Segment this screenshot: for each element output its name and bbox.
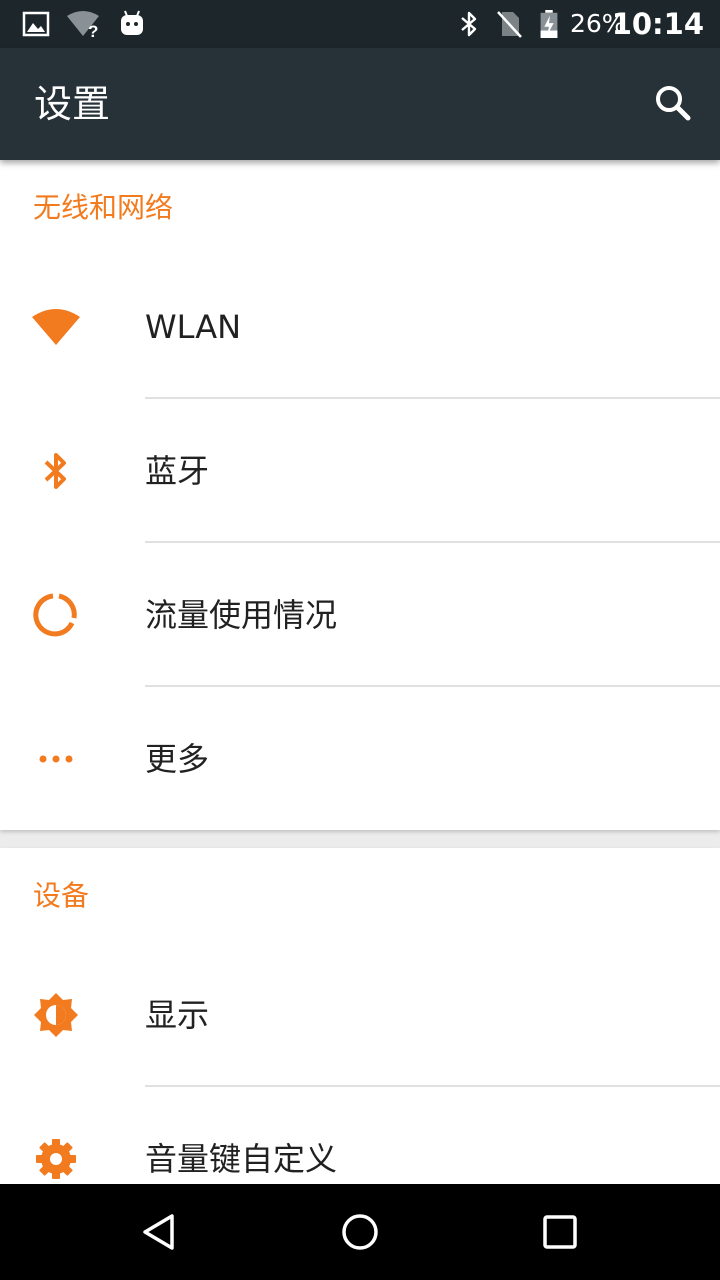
section-header-device: 设备 <box>33 879 90 912</box>
data-usage-icon <box>33 593 77 637</box>
bluetooth-icon <box>44 453 66 489</box>
wireless-networks-section: 无线和网络 WLAN 蓝牙 流量使用情况 更多 <box>0 160 720 830</box>
settings-item-label: 音量键自定义 <box>145 1140 338 1178</box>
settings-item-label: 流量使用情况 <box>145 596 338 634</box>
svg-text:?: ? <box>88 22 98 38</box>
search-icon[interactable] <box>648 78 700 130</box>
section-header-wireless: 无线和网络 <box>33 191 174 224</box>
bluetooth-icon <box>461 11 477 37</box>
navigation-bar <box>0 1184 720 1280</box>
settings-item-label: 更多 <box>145 740 210 778</box>
settings-item-display[interactable]: 显示 <box>0 943 720 1087</box>
wifi-unknown-icon: ? <box>67 11 99 38</box>
status-bar: ? 26% 10:14 <box>0 0 720 48</box>
android-debug-icon <box>121 10 143 35</box>
app-bar: 设置 <box>0 48 720 160</box>
page-title: 设置 <box>34 82 111 126</box>
settings-item-label: 蓝牙 <box>145 452 210 490</box>
recents-icon[interactable] <box>536 1208 584 1256</box>
device-section: 设备 显示 音量键自定义 <box>0 848 720 1188</box>
image-icon <box>22 11 50 37</box>
settings-item-data-usage[interactable]: 流量使用情况 <box>0 543 720 687</box>
settings-item-bluetooth[interactable]: 蓝牙 <box>0 399 720 543</box>
home-icon[interactable] <box>336 1208 384 1256</box>
wifi-icon <box>32 309 80 345</box>
settings-item-more[interactable]: 更多 <box>0 687 720 831</box>
brightness-icon <box>34 993 78 1037</box>
settings-item-label: 显示 <box>145 996 210 1034</box>
settings-screen: ? 26% 10:14 设置 无线和网络 WLAN 蓝牙 流量使用情况 更多 设… <box>0 0 720 1280</box>
battery-charging-icon <box>540 10 558 38</box>
settings-item-label: WLAN <box>145 308 242 346</box>
no-sim-icon <box>497 11 522 38</box>
more-dots-icon <box>39 755 73 763</box>
settings-item-wlan[interactable]: WLAN <box>0 255 720 399</box>
gear-icon <box>36 1139 76 1179</box>
clock: 10:14 <box>611 7 704 41</box>
back-icon[interactable] <box>136 1208 184 1256</box>
